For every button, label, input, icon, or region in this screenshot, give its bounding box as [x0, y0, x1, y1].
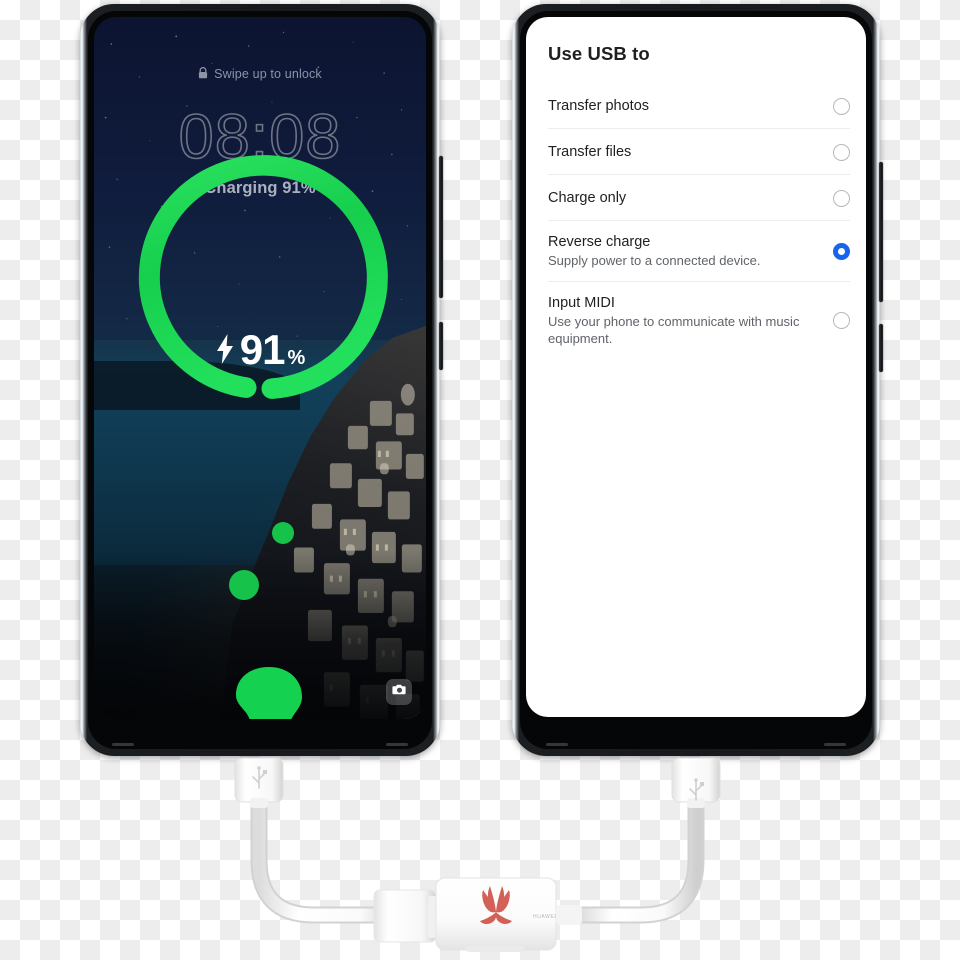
option-texts: Reverse charge Supply power to a connecte… — [548, 233, 772, 270]
camera-shortcut-button[interactable] — [386, 679, 412, 705]
option-input-midi[interactable]: Input MIDI Use your phone to communicate … — [548, 282, 850, 359]
huawei-logo — [480, 886, 512, 924]
option-texts: Charge only — [548, 189, 638, 207]
right-phone-screen[interactable]: Use USB to Transfer photos Transfer files… — [526, 17, 866, 717]
huawei-usb-adapter-body: HUAWEI — [435, 877, 582, 952]
volume-button-right-phone[interactable] — [879, 162, 883, 302]
bubble-small-upper — [272, 522, 294, 544]
bubble-small-lower — [229, 570, 259, 600]
charging-blob — [236, 667, 302, 719]
radio-button[interactable] — [833, 143, 850, 161]
battery-percent-sign: % — [287, 347, 306, 370]
usb-plug-left — [234, 757, 284, 808]
power-button-left-phone[interactable] — [439, 322, 443, 370]
option-reverse-charge[interactable]: Reverse charge Supply power to a connecte… — [548, 221, 850, 283]
option-label: Input MIDI — [548, 295, 615, 312]
camera-icon — [391, 683, 407, 701]
right-phone-bezel: Use USB to Transfer photos Transfer files… — [520, 11, 872, 749]
usb-plug-right — [671, 757, 721, 808]
option-texts: Input MIDI Use your phone to communicate … — [548, 294, 833, 348]
speaker-vent-right — [386, 743, 408, 746]
option-label: Transfer photos — [548, 97, 650, 114]
volume-button-left-phone[interactable] — [439, 156, 443, 298]
speaker-vent-left-2 — [546, 743, 568, 746]
power-button-right-phone[interactable] — [879, 324, 883, 372]
left-phone-bezel: Swipe up to unlock 08:08 Charging 91% 91… — [88, 11, 432, 749]
screenshot-canvas: Swipe up to unlock 08:08 Charging 91% 91… — [0, 0, 960, 960]
option-label: Reverse charge — [548, 234, 651, 250]
battery-percent: 91 % — [94, 326, 426, 374]
option-texts: Transfer files — [548, 143, 643, 161]
lock-screen[interactable]: Swipe up to unlock 08:08 Charging 91% 91… — [94, 17, 426, 719]
usb-options-list: Transfer photos Transfer files Charge only… — [548, 83, 850, 359]
usb-options-phone: Use USB to Transfer photos Transfer files… — [512, 4, 883, 756]
option-texts: Transfer photos — [548, 97, 661, 115]
adapter-brand-text: HUAWEI — [533, 914, 556, 920]
option-charge-only[interactable]: Charge only — [548, 175, 850, 221]
option-label: Charge only — [548, 189, 627, 206]
option-transfer-photos[interactable]: Transfer photos — [548, 83, 850, 129]
option-description: Supply power to a connected device. — [548, 253, 761, 269]
usb-options-screen: Use USB to Transfer photos Transfer files… — [526, 17, 866, 717]
charging-phone: Swipe up to unlock 08:08 Charging 91% 91… — [80, 4, 443, 756]
option-description: Use your phone to communicate with music… — [548, 314, 800, 347]
speaker-vent-left — [112, 743, 134, 746]
lightning-bolt-icon — [215, 334, 235, 370]
left-phone-screen[interactable]: Swipe up to unlock 08:08 Charging 91% 91… — [94, 17, 426, 719]
option-transfer-files[interactable]: Transfer files — [548, 129, 850, 175]
adapter-left-plug — [373, 889, 442, 943]
radio-button[interactable] — [833, 312, 850, 330]
radio-button-selected[interactable] — [833, 243, 850, 260]
page-title: Use USB to — [548, 43, 650, 64]
speaker-vent-right-2 — [824, 743, 846, 746]
radio-button[interactable] — [833, 189, 850, 207]
radio-button[interactable] — [833, 97, 850, 115]
battery-percent-number: 91 — [239, 326, 286, 374]
option-label: Transfer files — [548, 143, 632, 160]
